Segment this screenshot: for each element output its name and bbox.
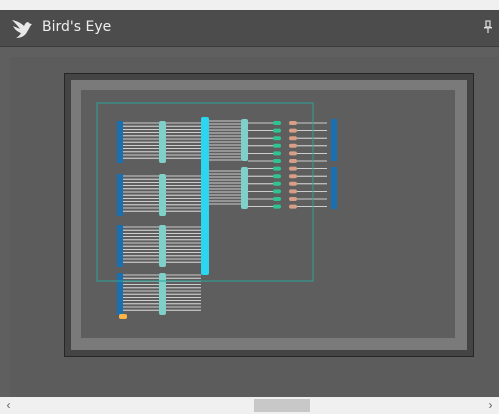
processing-block (273, 143, 281, 148)
processing-block (289, 128, 297, 133)
pin-icon[interactable] (483, 20, 493, 34)
input-module-block (159, 121, 166, 163)
input-module-block (159, 273, 166, 315)
panel-title: Bird's Eye (42, 19, 112, 35)
input-device-block (117, 273, 123, 315)
processing-block (273, 166, 281, 171)
processing-block (289, 189, 297, 194)
birds-eye-panel: Bird's Eye ‹ › (0, 10, 499, 414)
scrollbar-thumb[interactable] (254, 399, 310, 412)
birds-eye-view[interactable] (10, 57, 499, 397)
processing-block (273, 204, 281, 209)
processing-block (273, 189, 281, 194)
processing-block (273, 181, 281, 186)
scroll-left-arrow-icon[interactable]: ‹ (0, 397, 17, 414)
document-page (71, 80, 467, 350)
scroll-right-arrow-icon[interactable]: › (482, 397, 499, 414)
processing-block (273, 121, 281, 125)
processing-block (273, 174, 281, 179)
bird-icon (12, 20, 32, 38)
input-module-block (159, 174, 166, 216)
document-frame (64, 73, 474, 357)
processing-block (289, 197, 297, 201)
input-device-block (117, 225, 123, 267)
processing-block (289, 136, 297, 141)
output-module-block (241, 119, 248, 161)
processing-block (289, 121, 297, 125)
processing-block (289, 204, 297, 209)
processing-block (273, 197, 281, 201)
processing-block (273, 151, 281, 156)
processing-block (289, 143, 297, 148)
processing-block (273, 128, 281, 133)
processing-block (289, 181, 297, 186)
processing-block (289, 151, 297, 156)
mixer-block (201, 117, 209, 275)
design-canvas-thumbnail (81, 90, 455, 338)
input-device-block (117, 174, 123, 216)
processing-block (273, 159, 281, 163)
input-module-block (159, 225, 166, 267)
processing-block (289, 159, 297, 163)
horizontal-scrollbar[interactable]: ‹ › (0, 397, 499, 414)
processing-block (289, 166, 297, 171)
small-block (119, 314, 127, 319)
output-device-block (331, 119, 337, 161)
output-device-block (331, 167, 337, 209)
output-module-block (241, 167, 248, 209)
canvas-thumbnail-drawing (96, 102, 337, 319)
input-device-block (117, 121, 123, 163)
processing-block (273, 136, 281, 141)
processing-block (289, 174, 297, 179)
title-bar[interactable]: Bird's Eye (0, 10, 499, 47)
